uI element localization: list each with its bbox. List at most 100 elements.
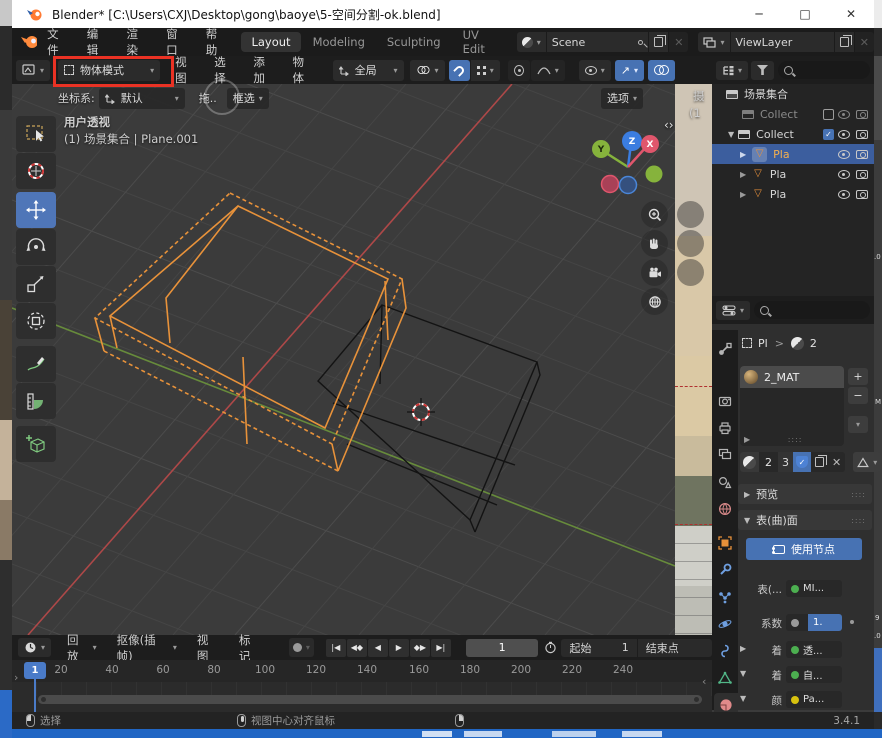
- menu-select[interactable]: 选择: [205, 56, 244, 84]
- outliner-row-object[interactable]: ▶ ▽ Pla: [712, 164, 874, 184]
- fake-user-toggle[interactable]: ✓: [793, 452, 811, 472]
- pivot-point-dropdown[interactable]: ▾: [410, 60, 445, 81]
- gizmos-toggle-dropdown[interactable]: ↗ ▾: [615, 60, 644, 81]
- tool-select-box-button[interactable]: [16, 116, 56, 152]
- region-collapse-chevrons[interactable]: ‹›: [664, 118, 674, 132]
- outliner-row-scene-collection[interactable]: 场景集合: [712, 84, 874, 104]
- tool-move-button[interactable]: [16, 192, 56, 228]
- pin-icon[interactable]: [638, 40, 643, 45]
- animate-dot-icon[interactable]: [850, 620, 854, 624]
- field-factor-socket[interactable]: [786, 614, 808, 631]
- grip-handle[interactable]: ::::: [851, 490, 866, 499]
- camera-visibility-icon[interactable]: [856, 190, 868, 199]
- tab-world[interactable]: [716, 500, 734, 518]
- tab-object-data[interactable]: [716, 669, 734, 687]
- gizmo-axis-z-neg[interactable]: [620, 177, 637, 194]
- menu-object[interactable]: 物体: [284, 56, 323, 84]
- grip-handle[interactable]: ::::: [788, 435, 803, 444]
- material-browse-button[interactable]: [740, 452, 759, 472]
- menu-view[interactable]: 视图: [166, 56, 205, 84]
- field-value-color[interactable]: Pa...: [786, 691, 842, 708]
- expand-arrow-icon[interactable]: ▶: [740, 170, 746, 179]
- gizmo-axis-x-neg[interactable]: [602, 176, 619, 193]
- snap-with-dropdown[interactable]: ▾: [471, 60, 500, 81]
- editor-type-dropdown[interactable]: ▾: [16, 60, 50, 81]
- eye-icon[interactable]: [838, 170, 850, 179]
- outliner-search-input[interactable]: [778, 61, 870, 79]
- region-collapse-arrow[interactable]: ‹: [702, 675, 706, 688]
- jump-to-start-button[interactable]: |◀: [326, 639, 346, 657]
- menu-edit[interactable]: 编辑: [77, 28, 117, 56]
- tab-particles[interactable]: [716, 588, 734, 606]
- play-button[interactable]: ▶: [389, 639, 409, 657]
- next-keyframe-button[interactable]: ◆▶: [410, 639, 430, 657]
- menu-help[interactable]: 帮助: [196, 28, 236, 56]
- workspace-tab-uvedit[interactable]: UV Edit: [453, 25, 509, 59]
- properties-search-input[interactable]: [754, 301, 870, 319]
- field-factor-value[interactable]: 1.: [808, 614, 842, 631]
- playhead-badge[interactable]: 1: [24, 662, 46, 679]
- tool-scale-button[interactable]: [16, 266, 56, 302]
- mode-dropdown[interactable]: 物体模式 ▾: [58, 60, 160, 81]
- tab-render[interactable]: [716, 392, 734, 410]
- outliner-display-mode-dropdown[interactable]: ▾: [716, 61, 748, 80]
- use-preview-range-button[interactable]: [544, 641, 557, 654]
- tab-view-layer[interactable]: [716, 446, 734, 464]
- menu-timeline-view[interactable]: 视图: [187, 634, 229, 662]
- panel-surface-header[interactable]: ▼ 表(曲)面 ::::: [738, 510, 872, 530]
- region-collapse-arrow[interactable]: ›: [14, 671, 18, 684]
- tab-output[interactable]: [716, 419, 734, 437]
- outliner-row-object-active[interactable]: ▶ ▽ Pla: [712, 144, 874, 164]
- options-dropdown[interactable]: 选项 ▾: [601, 88, 643, 109]
- tab-scene[interactable]: [716, 473, 734, 491]
- viewlayer-type-dropdown[interactable]: ▾: [698, 32, 729, 52]
- scene-type-dropdown[interactable]: ▾: [517, 32, 546, 52]
- navigation-gizmo[interactable]: Y Z X: [588, 122, 668, 202]
- outliner-row-collection[interactable]: ▼ Collect ✓: [712, 124, 874, 144]
- secondary-viewport-strip[interactable]: 摄 (1: [675, 56, 712, 635]
- perspective-toggle-button[interactable]: [641, 288, 668, 315]
- field-value-shader1[interactable]: 透...: [786, 641, 842, 658]
- scene-name-field[interactable]: Scene: [546, 32, 649, 52]
- tab-tool[interactable]: [716, 340, 734, 358]
- breadcrumb-material-name[interactable]: 2: [810, 337, 817, 350]
- menu-window[interactable]: 窗口: [156, 28, 196, 56]
- link-material-dropdown[interactable]: ▾: [853, 452, 881, 472]
- wireframe-box-unselected[interactable]: [318, 305, 540, 532]
- tool-measure-button[interactable]: [16, 383, 56, 419]
- tab-modifiers[interactable]: [716, 561, 734, 579]
- tab-physics[interactable]: [716, 615, 734, 633]
- playhead-line[interactable]: [34, 679, 36, 712]
- tool-rotate-button[interactable]: [16, 229, 56, 265]
- eye-icon[interactable]: [838, 150, 850, 159]
- strip-camera-button[interactable]: [677, 259, 704, 286]
- expand-arrow-icon[interactable]: ▼: [728, 130, 734, 139]
- camera-visibility-icon[interactable]: [856, 150, 868, 159]
- viewlayer-name-field[interactable]: ViewLayer: [730, 32, 834, 52]
- properties-editor-type-dropdown[interactable]: ▾: [716, 301, 750, 320]
- menu-file[interactable]: 文件: [37, 28, 77, 56]
- scene-unlink-button[interactable]: ✕: [668, 32, 688, 52]
- menu-render[interactable]: 渲染: [116, 28, 156, 56]
- menu-playback[interactable]: 回放▾: [57, 634, 107, 662]
- exclude-checkbox[interactable]: ✓: [823, 129, 834, 140]
- timeline-editor-type-dropdown[interactable]: ▾: [18, 638, 51, 657]
- chevron-down-icon[interactable]: ▾: [306, 643, 310, 652]
- record-icon[interactable]: [293, 643, 302, 652]
- frame-start-field[interactable]: 起始 1: [561, 639, 636, 657]
- proportional-edit-toggle[interactable]: [508, 60, 530, 81]
- grip-handle[interactable]: ::::: [851, 516, 866, 525]
- material-name[interactable]: 2: [759, 456, 778, 469]
- strip-zoom-button[interactable]: [677, 201, 704, 228]
- add-slot-button[interactable]: +: [848, 368, 868, 385]
- timeline-horizontal-scrollbar[interactable]: [38, 695, 702, 704]
- material-datablock-field[interactable]: 2 3 ✓ ✕: [740, 452, 845, 472]
- pan-view-button[interactable]: [641, 230, 668, 257]
- snap-toggle[interactable]: [449, 60, 470, 81]
- select-box-dropdown[interactable]: 框选 ▾: [227, 88, 269, 109]
- maximize-button[interactable]: □: [782, 0, 828, 28]
- users-count[interactable]: 3: [778, 452, 793, 472]
- breadcrumb-object-name[interactable]: Pl: [758, 337, 768, 350]
- eye-icon[interactable]: [838, 130, 850, 139]
- tool-add-cube-button[interactable]: [16, 426, 56, 462]
